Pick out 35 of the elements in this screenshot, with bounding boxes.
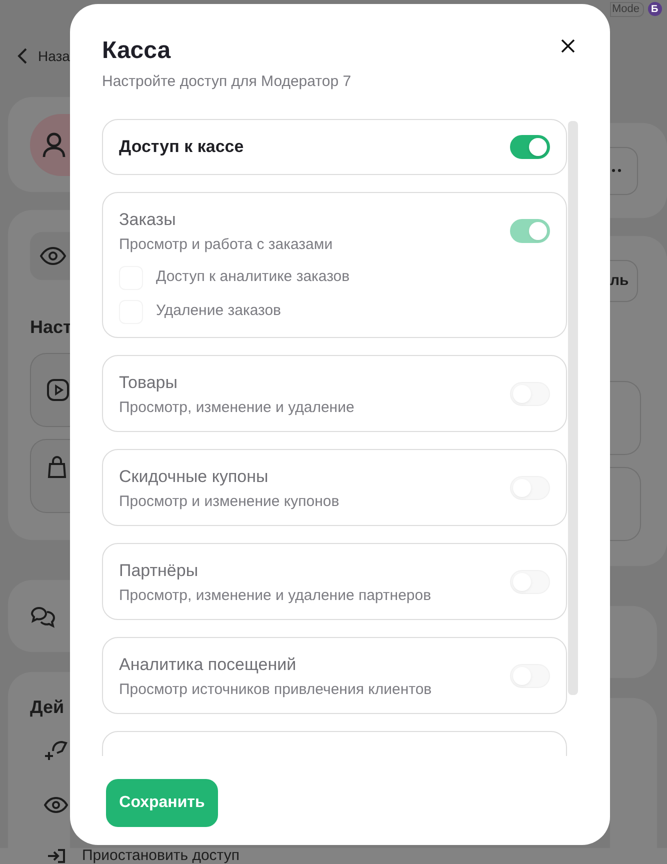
permission-description: Просмотр и изменение купонов (119, 492, 340, 512)
toggle-switch[interactable] (510, 134, 550, 158)
permission-description: Просмотр и работа с заказами (119, 234, 333, 254)
chat-icon (30, 604, 56, 628)
permission-title: Аналитика посещений (119, 654, 298, 676)
eye-icon (40, 247, 66, 265)
modal-title: Касса (102, 37, 172, 65)
access-label: Доступ к кассе (119, 136, 244, 158)
permission-title: Заказы (119, 208, 177, 230)
section-heading: Дей (30, 696, 66, 719)
account-avatar[interactable]: Б (648, 2, 662, 16)
scrollbar[interactable] (568, 120, 578, 694)
back-icon[interactable] (16, 47, 28, 65)
modal-subtitle: Настройте доступ для Модератор 7 (102, 72, 352, 92)
permission-description: Просмотр, изменение и удаление партнеров (119, 586, 432, 606)
permission-title: Товары (119, 372, 178, 394)
checkbox-label: Доступ к аналитике заказов (156, 267, 350, 288)
play-icon (47, 379, 69, 401)
more-button[interactable] (610, 146, 638, 194)
bag-icon (47, 456, 67, 478)
pause-access-icon[interactable] (46, 849, 66, 863)
user-icon (42, 132, 66, 158)
edit-button[interactable]: ль (610, 260, 638, 302)
checkbox-label: Удаление заказов (156, 301, 282, 322)
permission-description: Просмотр источников привлечения клиентов (119, 680, 432, 700)
comments-card (610, 606, 657, 678)
close-icon (561, 39, 575, 53)
mode-badge[interactable]: Mode (610, 2, 644, 16)
back-link[interactable]: Наза (38, 46, 70, 66)
save-button[interactable]: Сохранить (106, 778, 218, 826)
eye-icon[interactable] (44, 797, 68, 813)
permission-title: Партнёры (119, 560, 200, 582)
permission-description: Просмотр, изменение и удаление (119, 398, 354, 418)
section-heading: Наст (30, 316, 70, 339)
permission-title: Скидочные купоны (119, 466, 270, 488)
